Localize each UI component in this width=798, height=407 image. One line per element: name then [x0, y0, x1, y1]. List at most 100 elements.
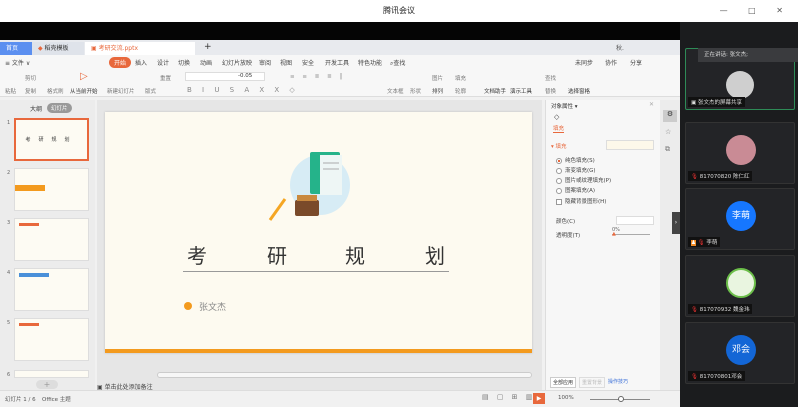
hide-bg-checkbox[interactable]: 隐藏背景图形(H): [556, 197, 606, 205]
add-slide-button[interactable]: +: [36, 380, 58, 389]
menu-transition[interactable]: 切换: [178, 58, 190, 67]
sync-button[interactable]: 未同步: [575, 58, 593, 67]
present-tools-button[interactable]: 演示工具: [510, 87, 532, 95]
picture-button[interactable]: 图片: [432, 74, 443, 82]
radio-solid-fill[interactable]: 纯色填充(S): [556, 156, 595, 164]
menu-design[interactable]: 设计: [157, 58, 169, 67]
cut-button[interactable]: 剪切: [25, 74, 36, 82]
shape-button[interactable]: 形状: [410, 87, 421, 95]
zoom-slider[interactable]: [590, 396, 650, 402]
slide-thumb-4[interactable]: [14, 268, 89, 311]
play-icon: ▷: [80, 71, 88, 82]
slide-thumb-5[interactable]: [14, 318, 89, 361]
reset-bg-button[interactable]: 重置背景: [579, 377, 606, 388]
format-painter-button[interactable]: 格式刷: [47, 87, 64, 95]
paragraph-buttons[interactable]: ≡ ≡ ≣ ≣ ║: [290, 74, 346, 80]
menu-slideshow[interactable]: 幻灯片放映: [222, 58, 252, 67]
play-slideshow-button[interactable]: ▶: [533, 393, 545, 404]
file-menu[interactable]: ≡ 文件 ∨: [5, 58, 30, 67]
menu-insert[interactable]: 插入: [135, 58, 147, 67]
window-controls[interactable]: — □ ✕: [720, 0, 792, 22]
participant-tile[interactable]: 邓会 🎙 817070801邓会: [685, 322, 795, 384]
title-char: 规: [345, 244, 365, 268]
author-dot-icon: [184, 302, 192, 310]
radio-picture-fill[interactable]: 图片或纹理填充(P): [556, 176, 611, 184]
apply-all-button[interactable]: 全部应用: [550, 377, 577, 388]
play-from-current-button[interactable]: 从当前开始: [70, 87, 98, 95]
transition-icon[interactable]: ⧉: [665, 145, 670, 154]
theme-name: Office 主题: [42, 397, 71, 403]
paste-button[interactable]: 粘贴: [5, 87, 16, 95]
find-button[interactable]: 查找: [545, 74, 556, 82]
fill-tab[interactable]: 填充: [553, 124, 565, 133]
new-slide-button[interactable]: 新建幻灯片: [107, 87, 135, 95]
select-pane-button[interactable]: 选择窗格: [568, 87, 590, 95]
radio-pattern-fill[interactable]: 图案填充(A): [556, 186, 595, 194]
menu-view[interactable]: 视图: [280, 58, 292, 67]
menu-start[interactable]: 开始: [109, 57, 132, 68]
participant-tile[interactable]: 🎙 817070932 魏金玮: [685, 255, 795, 317]
outline-button[interactable]: 轮廓: [455, 87, 466, 95]
current-slide[interactable]: 考 研 规 划 张文杰: [105, 112, 532, 353]
font-size-input[interactable]: -0.05: [185, 72, 265, 81]
participant-name: 🎙 817070820 陈仁红: [688, 171, 753, 181]
radio-gradient-fill[interactable]: 渐变填充(G): [556, 166, 596, 174]
arrange-button[interactable]: 排列: [432, 87, 443, 95]
menu-review[interactable]: 审阅: [259, 58, 271, 67]
tab-document[interactable]: ▣ 考研交流.pptx: [85, 42, 195, 55]
menu-features[interactable]: 特色功能: [358, 58, 382, 67]
fill-section[interactable]: ▾ 填充: [551, 142, 567, 150]
participant-name: ▣ 张文杰的屏幕共享: [688, 97, 745, 107]
textbox-button[interactable]: 文本框: [387, 87, 404, 95]
slide-number: 2: [7, 170, 11, 176]
replace-button[interactable]: 替换: [545, 87, 556, 95]
tab-home[interactable]: 首页: [0, 42, 32, 55]
expand-panel-button[interactable]: ›: [672, 212, 680, 234]
fill-button[interactable]: 填充: [455, 74, 466, 82]
close-pane-icon[interactable]: ✕: [649, 101, 654, 108]
slide-thumb-3[interactable]: [14, 218, 89, 261]
slides-tab[interactable]: 幻灯片: [47, 103, 72, 113]
color-dropdown[interactable]: [616, 216, 654, 225]
menu-devtools[interactable]: 开发工具: [325, 58, 349, 67]
participant-tile[interactable]: 李萌 ♟ 🎙 李萌: [685, 188, 795, 250]
font-style-buttons[interactable]: B I U S A X X ◇: [187, 86, 299, 94]
view-buttons[interactable]: ▤ ▢ ⊞ ▥: [482, 393, 535, 401]
properties-icon[interactable]: ⚙: [663, 110, 677, 122]
horizontal-scrollbar[interactable]: [157, 372, 532, 378]
animation-icon[interactable]: ☆: [665, 128, 671, 136]
author-name: 张文杰: [199, 303, 227, 313]
new-tab-button[interactable]: +: [198, 42, 218, 55]
user-name[interactable]: 秋.: [610, 42, 630, 55]
transparency-slider[interactable]: ▲: [612, 231, 650, 237]
layout-button[interactable]: 版式: [145, 87, 156, 95]
copy-button[interactable]: 复制: [25, 87, 36, 95]
collab-button[interactable]: 协作: [605, 58, 617, 67]
tips-link[interactable]: 操作技巧: [608, 378, 628, 385]
ribbon-toolbar: 粘贴 剪切 复制 格式刷 ▷ 从当前开始 新建幻灯片 版式 重置 -0.05 B…: [0, 71, 680, 97]
title-char: 考: [187, 244, 207, 268]
doc-helper-button[interactable]: 文档助手: [484, 87, 506, 95]
slide-thumb-1[interactable]: 考研规划: [14, 118, 89, 161]
color-label: 颜色(C): [556, 219, 576, 225]
study-illustration: [268, 152, 350, 221]
slide-thumb-6[interactable]: [14, 370, 89, 378]
zoom-level[interactable]: 100%: [558, 395, 574, 401]
menu-security[interactable]: 安全: [302, 58, 314, 67]
outline-tab[interactable]: 大纲: [30, 104, 42, 113]
search-button[interactable]: ⌕查找: [390, 58, 405, 68]
avatar: [726, 135, 756, 165]
mic-muted-icon: 🎙: [697, 240, 705, 246]
slide-number: 5: [7, 320, 11, 326]
slide-number: 1: [7, 120, 11, 126]
fill-color-dropdown[interactable]: [606, 140, 654, 150]
menu-animation[interactable]: 动画: [200, 58, 212, 67]
tab-templates[interactable]: ◆ 稻壳模板: [32, 42, 84, 55]
host-icon: ♟: [691, 240, 696, 246]
share-button[interactable]: 分享: [630, 58, 642, 67]
slide-thumb-2[interactable]: [14, 168, 89, 211]
app-title-bar: 腾讯会议: [0, 0, 798, 22]
participant-tile[interactable]: 🎙 817070820 陈仁红: [685, 122, 795, 184]
reset-button[interactable]: 重置: [160, 74, 171, 82]
transparency-label: 透明度(T): [556, 233, 581, 239]
